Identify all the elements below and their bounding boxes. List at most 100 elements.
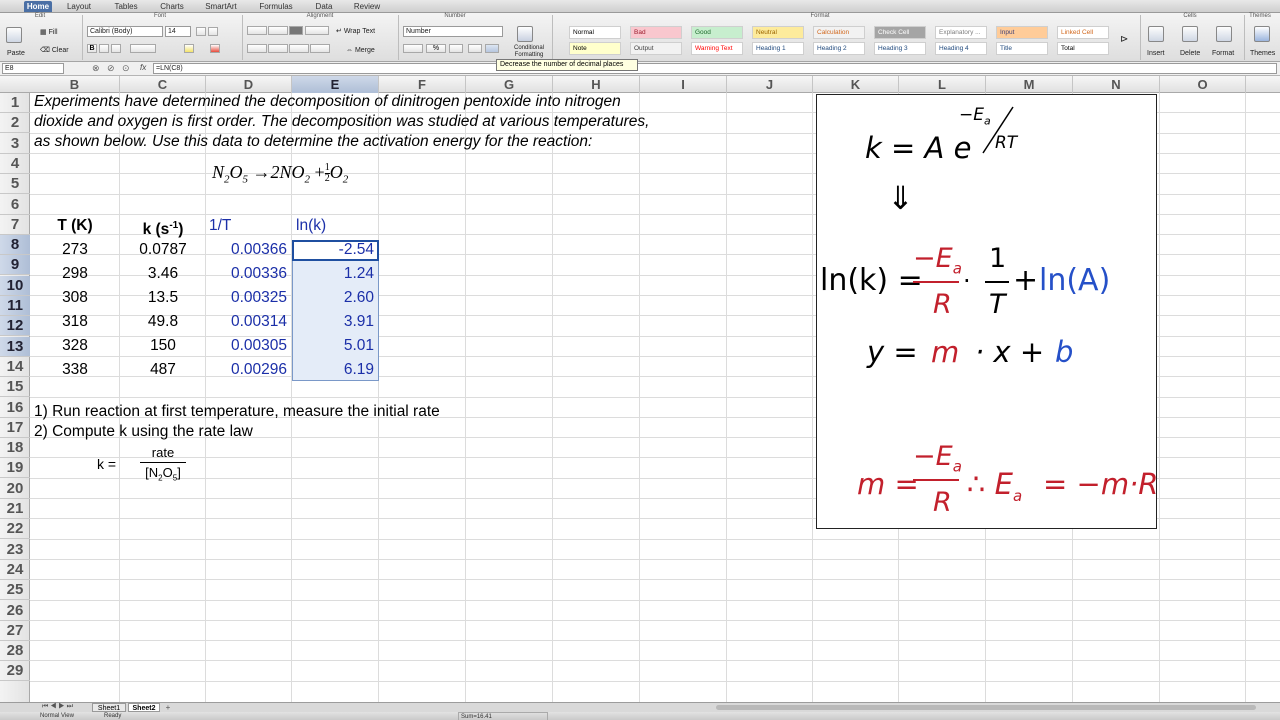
inverse-t-cell[interactable]: 0.00366 [206,240,292,260]
view-mode[interactable]: Normal View [40,712,74,720]
cell-style-explanatory[interactable]: Explanatory ... [935,26,987,39]
row-header-4[interactable]: 4 [0,154,30,174]
grow-font-icon[interactable] [196,27,206,36]
cell-style-check-cell[interactable]: Check Cell [874,26,926,39]
row-header-3[interactable]: 3 [0,134,30,154]
percent-icon[interactable]: % [426,44,446,53]
temperature-cell[interactable]: 273 [30,240,120,260]
column-header-f[interactable]: F [379,76,466,93]
cell-style-title[interactable]: Title [996,42,1048,55]
row-header-25[interactable]: 25 [0,580,30,601]
circle-icon[interactable]: ⊙ [122,63,130,74]
cell-style-neutral[interactable]: Neutral [752,26,804,39]
underline-icon[interactable] [111,44,121,53]
tab-data[interactable]: Data [310,1,338,12]
cell-style-good[interactable]: Good [691,26,743,39]
row-header-27[interactable]: 27 [0,621,30,641]
row-header-19[interactable]: 19 [0,458,30,479]
tab-sheet1[interactable]: Sheet1 [92,703,126,712]
font-color-icon[interactable] [210,44,220,53]
temperature-cell[interactable]: 318 [30,312,120,332]
tab-sheet2[interactable]: Sheet2 [128,703,160,712]
column-header-i[interactable]: I [640,76,727,93]
row-header-24[interactable]: 24 [0,560,30,580]
cell-style-heading-2[interactable]: Heading 2 [813,42,865,55]
bold-icon[interactable]: B [87,44,97,53]
confirm-icon[interactable]: ⊘ [107,63,115,74]
row-header-22[interactable]: 22 [0,519,30,540]
row-header-29[interactable]: 29 [0,661,30,682]
number-format-select[interactable]: Number [403,26,503,37]
indent-icon[interactable] [310,44,330,53]
insert-label[interactable]: Insert [1147,49,1165,58]
row-header-28[interactable]: 28 [0,641,30,662]
tab-charts[interactable]: Charts [156,1,188,12]
delete-label[interactable]: Delete [1180,49,1200,58]
row-header-7[interactable]: 7 [0,215,30,235]
temperature-cell[interactable]: 308 [30,288,120,308]
paste-icon[interactable] [6,27,22,43]
tab-smartart[interactable]: SmartArt [200,1,242,12]
align-bottom-icon[interactable] [289,26,303,35]
clear-button[interactable]: ⌫ Clear [40,46,69,55]
font-name-select[interactable]: Calibri (Body) [87,26,163,37]
row-header-21[interactable]: 21 [0,499,30,519]
cell-style-note[interactable]: Note [569,42,621,55]
inverse-t-cell[interactable]: 0.00325 [206,288,292,308]
column-header-o[interactable]: O [1160,76,1246,93]
fill-color-icon[interactable] [184,44,194,53]
column-header-n[interactable]: N [1073,76,1160,93]
row-header-17[interactable]: 17 [0,418,30,438]
formula-input[interactable]: =LN(C8) [153,63,1277,74]
row-header-14[interactable]: 14 [0,357,30,377]
row-header-13[interactable]: 13 [0,336,30,357]
rate-constant-cell[interactable]: 487 [120,360,206,380]
row-header-26[interactable]: 26 [0,601,30,621]
cell-style-warning-text[interactable]: Warning Text [691,42,743,55]
sheet-nav-icon[interactable]: ⏮ ◀ ▶ ⏭ [42,703,73,711]
ln-k-cell[interactable]: 6.19 [292,360,379,380]
row-header-15[interactable]: 15 [0,377,30,398]
column-header-c[interactable]: C [120,76,206,93]
wrap-text-button[interactable]: ↵ Wrap Text [336,27,375,36]
column-header-g[interactable]: G [466,76,553,93]
font-size-select[interactable]: 14 [165,26,191,37]
ln-k-cell[interactable]: 2.60 [292,288,379,308]
rate-constant-cell[interactable]: 3.46 [120,264,206,284]
cell-style-input[interactable]: Input [996,26,1048,39]
rate-constant-cell[interactable]: 49.8 [120,312,206,332]
temperature-cell[interactable]: 328 [30,336,120,356]
shrink-font-icon[interactable] [208,27,218,36]
tab-tables[interactable]: Tables [110,1,142,12]
format-label[interactable]: Format [1212,49,1234,58]
row-header-9[interactable]: 9 [0,255,30,276]
fx-icon[interactable]: fx [140,63,146,72]
themes-label[interactable]: Themes [1250,49,1275,58]
align-right-icon[interactable] [289,44,309,53]
fill-button[interactable]: ▦ Fill [40,28,58,37]
currency-icon[interactable] [403,44,423,53]
cell-style-linked-cell[interactable]: Linked Cell [1057,26,1109,39]
orientation-icon[interactable] [305,26,329,35]
column-header-l[interactable]: L [899,76,986,93]
themes-icon[interactable] [1254,26,1270,42]
ln-k-cell[interactable]: 5.01 [292,336,379,356]
temperature-cell[interactable]: 298 [30,264,120,284]
name-box[interactable]: E8 [2,63,64,74]
align-center-icon[interactable] [268,44,288,53]
align-middle-icon[interactable] [268,26,288,35]
cancel-icon[interactable]: ⊗ [92,63,100,74]
ln-k-cell[interactable]: -2.54 [292,240,379,260]
decrease-decimal-icon[interactable] [485,44,499,53]
format-cells-icon[interactable] [1216,26,1232,42]
column-header-e[interactable]: E [292,76,379,93]
cell-style-normal[interactable]: Normal [569,26,621,39]
rate-constant-cell[interactable]: 0.0787 [120,240,206,260]
tab-review[interactable]: Review [350,1,384,12]
row-header-16[interactable]: 16 [0,398,30,418]
cell-style-heading-4[interactable]: Heading 4 [935,42,987,55]
column-header-k[interactable]: K [813,76,899,93]
cell-style-heading-3[interactable]: Heading 3 [874,42,926,55]
row-header-1[interactable]: 1 [0,93,30,113]
ln-k-cell[interactable]: 1.24 [292,264,379,284]
